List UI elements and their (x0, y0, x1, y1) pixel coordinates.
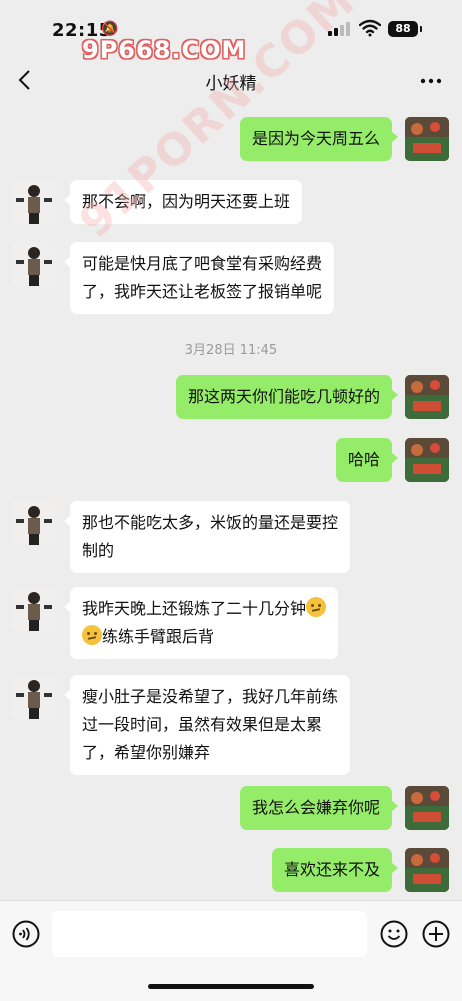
voice-icon[interactable] (12, 920, 40, 948)
message-text-line: 那也不能吃太多，米饭的量还是要控 (82, 513, 339, 532)
wifi-icon (359, 19, 381, 37)
message-bubble-incoming[interactable]: 瘦小肚子是没希望了，我好几年前练 过一段时间，虽然有效果但是太累 了，希望你别嫌… (63, 675, 351, 775)
my-avatar[interactable] (405, 438, 449, 482)
message-bubble-incoming[interactable]: 那不会啊，因为明天还要上班 (63, 180, 303, 224)
chat-title: 小妖精 (205, 74, 257, 94)
message-text-line: 了，我昨天还让老板签了报销单呢 (82, 282, 323, 301)
contact-avatar[interactable] (12, 180, 56, 224)
message-bubble-incoming[interactable]: 我昨天晚上还锻炼了二十几分钟 练练手臂跟后背 (63, 587, 339, 659)
message-bubble-outgoing[interactable]: 哈哈 (335, 438, 399, 482)
chat-header: 小妖精 (0, 56, 462, 106)
home-indicator (148, 984, 314, 989)
my-avatar[interactable] (405, 786, 449, 830)
cellular-signal-icon (328, 22, 350, 36)
message-text: 是因为今天周五么 (251, 129, 380, 148)
message-text-line: 可能是快月底了吧食堂有采购经费 (82, 254, 323, 273)
emoji-icon[interactable] (380, 920, 408, 948)
contact-avatar[interactable] (12, 501, 56, 545)
message-text: 喜欢还来不及 (283, 860, 380, 879)
message-text-line: 瘦小肚子是没希望了，我好几年前练 (82, 687, 339, 706)
message-text: 练练手臂跟后背 (102, 627, 215, 646)
my-avatar[interactable] (405, 117, 449, 161)
message-bubble-incoming[interactable]: 可能是快月底了吧食堂有采购经费 了，我昨天还让老板签了报销单呢 (63, 242, 335, 314)
message-input[interactable] (52, 911, 367, 957)
thinking-face-icon (82, 625, 102, 645)
plus-icon[interactable] (422, 920, 450, 948)
my-avatar[interactable] (405, 375, 449, 419)
message-bubble-outgoing[interactable]: 是因为今天周五么 (239, 117, 399, 161)
message-bubble-outgoing[interactable]: 喜欢还来不及 (271, 848, 399, 892)
contact-avatar[interactable] (12, 587, 56, 631)
more-dots-icon[interactable] (418, 70, 444, 92)
message-bubble-outgoing[interactable]: 那这两天你们能吃几顿好的 (175, 375, 399, 419)
message-text: 哈哈 (347, 450, 380, 469)
contact-avatar[interactable] (12, 675, 56, 719)
message-text: 那这两天你们能吃几顿好的 (187, 387, 380, 406)
message-text-line: 了，希望你别嫌弃 (82, 743, 211, 762)
my-avatar[interactable] (405, 848, 449, 892)
message-text-line: 练练手臂跟后背 (82, 623, 326, 651)
thinking-face-icon (306, 597, 327, 617)
message-text-line: 制的 (82, 541, 115, 560)
message-text-line: 过一段时间，虽然有效果但是太累 (82, 715, 323, 734)
message-text: 我昨天晚上还锻炼了二十几分钟 (82, 599, 307, 618)
message-bubble-outgoing[interactable]: 我怎么会嫌弃你呢 (239, 786, 399, 830)
message-text: 那不会啊，因为明天还要上班 (82, 192, 291, 211)
message-bubble-incoming[interactable]: 那也不能吃太多，米饭的量还是要控 制的 (63, 501, 351, 573)
battery-indicator: 88 (388, 21, 422, 37)
contact-avatar[interactable] (12, 242, 56, 286)
message-text: 我怎么会嫌弃你呢 (251, 798, 380, 817)
chat-timestamp: 3月28日 11:45 (184, 343, 278, 358)
message-text-line: 我昨天晚上还锻炼了二十几分钟 (82, 595, 327, 623)
silent-bell-icon: 🔕 (101, 21, 119, 37)
